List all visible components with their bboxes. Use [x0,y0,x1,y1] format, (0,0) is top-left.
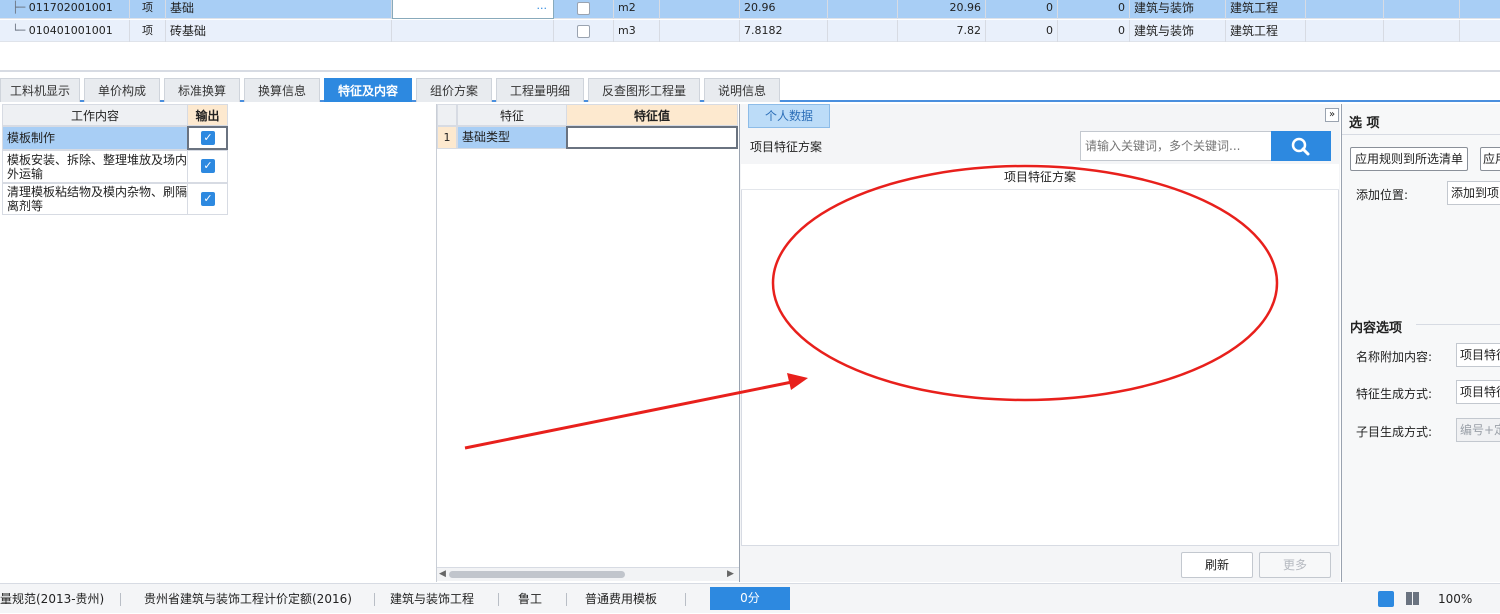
child-gen-label: 子目生成方式: [1356,425,1433,439]
status-profession[interactable]: 建筑与装饰工程 [390,584,474,614]
content-options-title: 内容选项 [1350,321,1403,336]
feature-gen-label: 特征生成方式: [1356,387,1433,401]
options-title: 选 项 [1349,116,1380,131]
status-template[interactable]: 普通费用模板 [585,584,657,614]
status-spec[interactable]: 量规范(2013-贵州) [0,584,104,614]
name-append-select[interactable]: 项目特征 [1456,343,1500,367]
status-labor[interactable]: 鲁工 [518,584,542,614]
annotation-arrow [464,380,793,450]
feature-gen-select[interactable]: 项目特征 [1456,380,1500,404]
layout-single-icon[interactable] [1378,591,1394,607]
annotation-overlay [464,164,1279,450]
annotation-arrowhead [787,373,808,390]
annotation-ellipse [771,164,1279,402]
child-gen-select[interactable]: 编号+定 [1456,418,1500,442]
status-bar: 量规范(2013-贵州) 贵州省建筑与装饰工程计价定额(2016) 建筑与装饰工… [0,583,1500,613]
apply-rules-button[interactable]: 应用规则到所选清单 [1350,147,1468,171]
add-position-label: 添加位置: [1356,188,1409,202]
layout-split-icon[interactable] [1406,592,1412,605]
add-position-select[interactable]: 添加到项 [1447,181,1500,205]
status-quota[interactable]: 贵州省建筑与装饰工程计价定额(2016) [144,584,352,614]
apply-button[interactable]: 应用 [1480,147,1500,171]
score-badge[interactable]: 0分 [710,587,790,610]
zoom-level[interactable]: 100% [1438,584,1472,614]
name-append-label: 名称附加内容: [1356,350,1433,364]
